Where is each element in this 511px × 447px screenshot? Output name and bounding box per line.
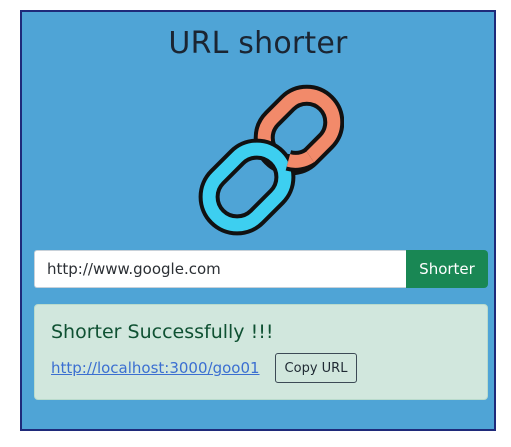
left-link-shape: [198, 138, 296, 236]
shorter-button[interactable]: Shorter: [406, 250, 488, 288]
chain-link-icon: [198, 84, 344, 236]
short-url-link[interactable]: http://localhost:3000/goo01: [51, 359, 260, 377]
url-input[interactable]: [34, 250, 406, 288]
app-card: URL shorter Shorter Shorter Successfully…: [20, 10, 496, 431]
copy-url-button[interactable]: Copy URL: [275, 353, 357, 383]
page-title: URL shorter: [168, 26, 348, 61]
url-form: Shorter: [34, 250, 488, 288]
success-message: Shorter Successfully !!!: [51, 321, 274, 343]
success-alert: Shorter Successfully !!! http://localhos…: [34, 304, 488, 400]
